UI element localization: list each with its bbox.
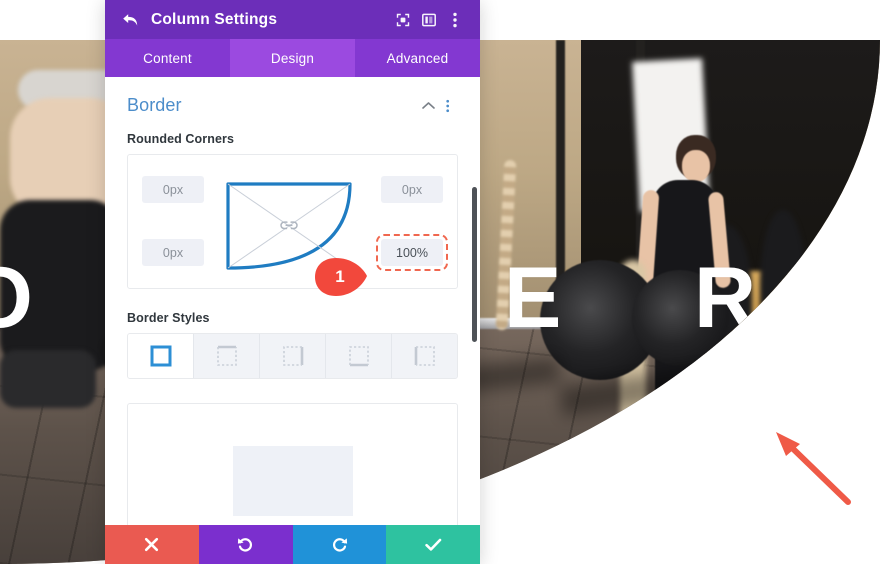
rounded-corners-label: Rounded Corners bbox=[127, 132, 235, 146]
annotation-marker-1: 1 bbox=[314, 256, 372, 298]
vertical-scrollbar[interactable] bbox=[472, 187, 477, 342]
undo-button[interactable] bbox=[198, 525, 293, 564]
corner-top-right-input[interactable]: 0px bbox=[381, 176, 443, 203]
border-width-control bbox=[127, 403, 458, 525]
layout-panel-icon[interactable] bbox=[416, 9, 442, 31]
link-chain-icon[interactable] bbox=[280, 217, 298, 235]
section-title: Border bbox=[127, 95, 182, 115]
border-styles-options bbox=[127, 333, 458, 379]
section-more-options-icon[interactable] bbox=[438, 97, 458, 115]
more-options-icon[interactable] bbox=[442, 9, 468, 31]
modal-body: Border Rounded Corners 0px 0px 0px 100% … bbox=[105, 77, 480, 525]
overlay-letter-clipped: O bbox=[0, 255, 33, 341]
border-styles-label: Border Styles bbox=[127, 311, 210, 325]
back-arrow-icon[interactable] bbox=[119, 10, 141, 30]
fullscreen-focus-icon[interactable] bbox=[390, 9, 416, 31]
overlay-letter-left: E bbox=[504, 250, 562, 346]
border-style-top-side[interactable] bbox=[194, 334, 260, 378]
border-width-preview bbox=[232, 446, 353, 516]
marker-number: 1 bbox=[335, 267, 345, 286]
tab-advanced[interactable]: Advanced bbox=[355, 39, 480, 77]
rounded-corners-control: 0px 0px 0px 100% bbox=[127, 154, 458, 289]
border-section-header: Border bbox=[127, 95, 458, 116]
border-style-bottom-side[interactable] bbox=[326, 334, 392, 378]
border-style-right-side[interactable] bbox=[260, 334, 326, 378]
column-settings-modal: Column Settings Content Design Advanced … bbox=[105, 0, 480, 564]
cancel-button[interactable] bbox=[105, 525, 199, 564]
border-style-left-side[interactable] bbox=[392, 334, 457, 378]
modal-tabs: Content Design Advanced bbox=[105, 39, 480, 77]
tab-content[interactable]: Content bbox=[105, 39, 230, 77]
chevron-up-icon[interactable] bbox=[418, 97, 438, 115]
red-pointer-arrow bbox=[776, 432, 851, 505]
corner-bottom-left-input[interactable]: 0px bbox=[142, 239, 204, 266]
modal-footer bbox=[105, 525, 480, 564]
corner-top-left-input[interactable]: 0px bbox=[142, 176, 204, 203]
overlay-letter-right: R bbox=[694, 250, 757, 346]
tab-design[interactable]: Design bbox=[230, 39, 355, 77]
screenshot-stage: E R O Column Settings bbox=[0, 0, 880, 564]
save-button[interactable] bbox=[386, 525, 480, 564]
modal-header: Column Settings bbox=[105, 0, 480, 39]
border-style-all-sides[interactable] bbox=[128, 334, 194, 378]
redo-button[interactable] bbox=[292, 525, 387, 564]
corner-bottom-right-input[interactable]: 100% bbox=[376, 234, 448, 271]
modal-title: Column Settings bbox=[151, 10, 278, 28]
